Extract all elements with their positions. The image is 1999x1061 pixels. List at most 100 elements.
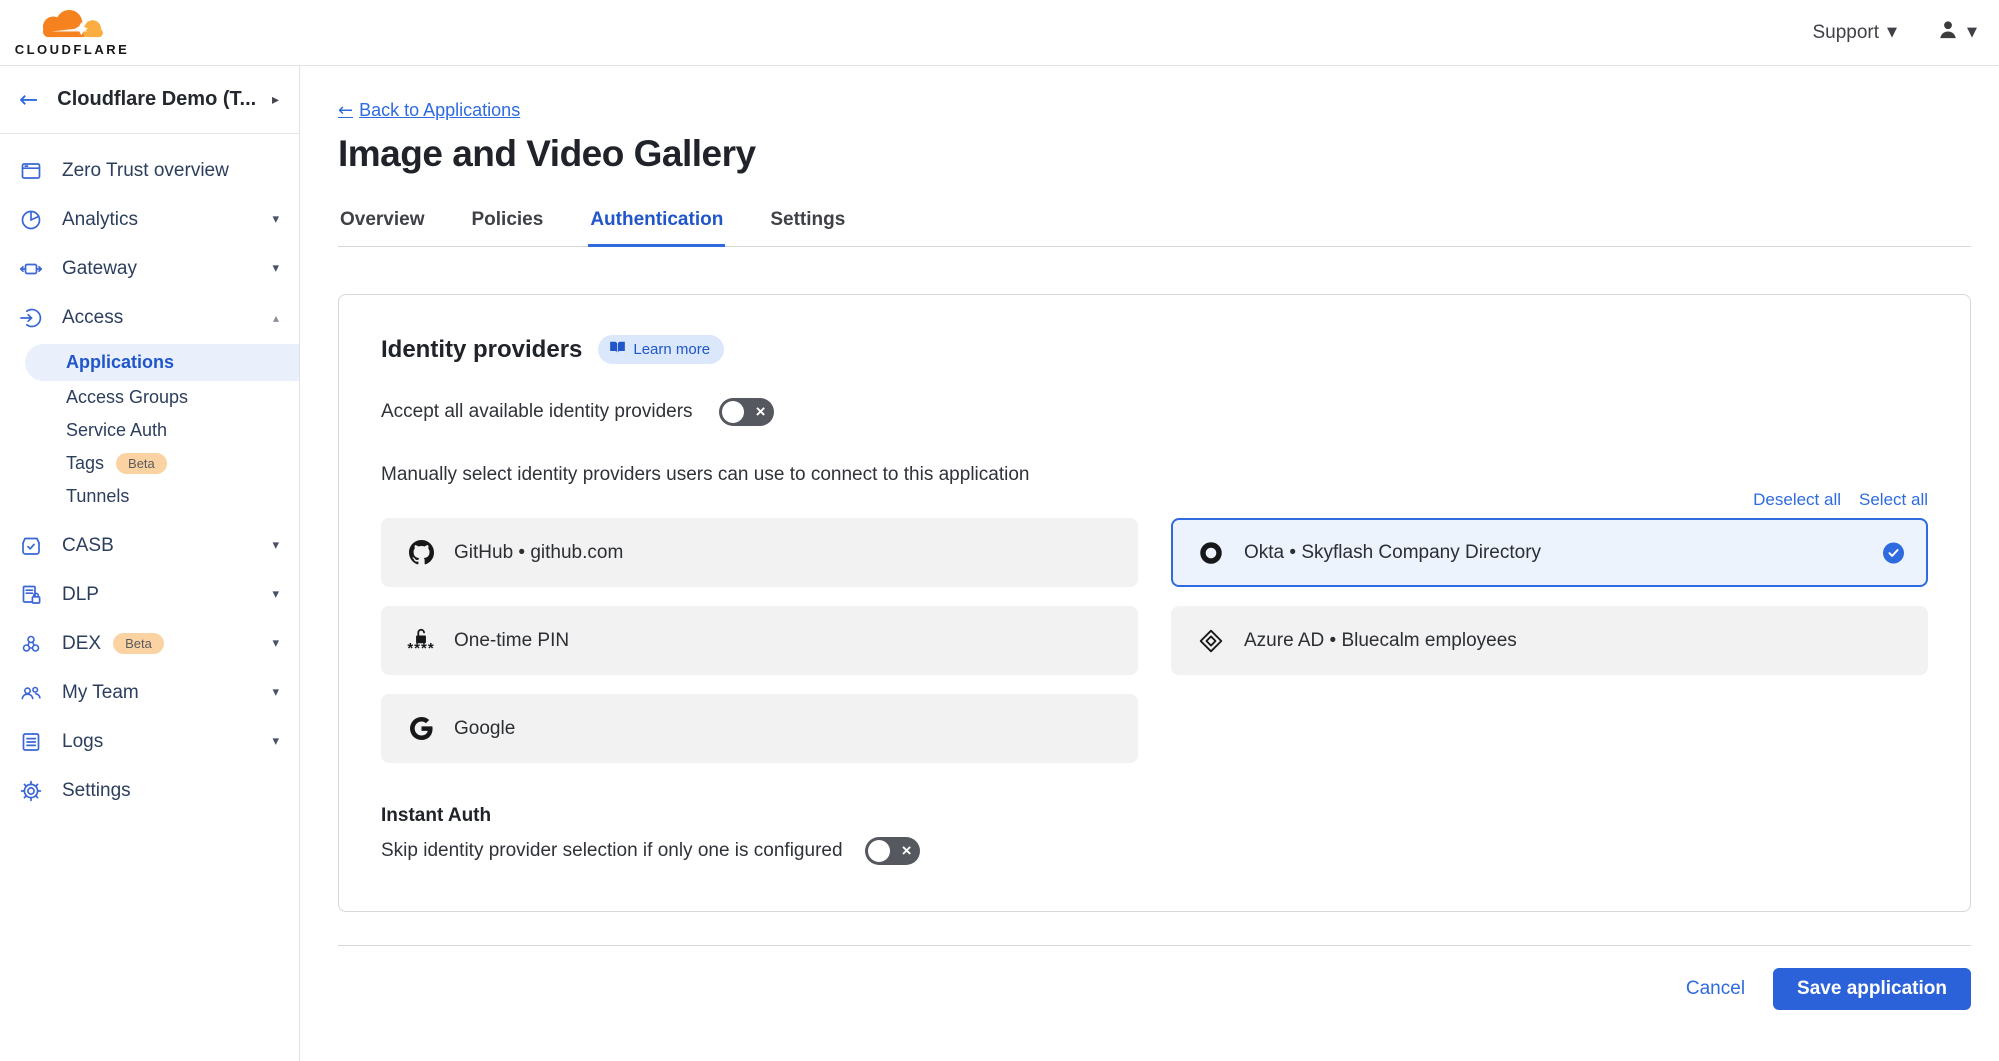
google-icon xyxy=(407,717,435,740)
select-all-link[interactable]: Select all xyxy=(1859,490,1928,510)
chevron-down-icon: ▼ xyxy=(1967,25,1977,40)
sidebar-item-casb[interactable]: CASB ▾ xyxy=(0,521,299,570)
sidebar-item-access-groups[interactable]: Access Groups xyxy=(0,381,299,414)
chevron-right-icon[interactable]: ▸ xyxy=(272,92,279,108)
account-switcher[interactable]: ← Cloudflare Demo (T... ▸ xyxy=(0,66,299,134)
chevron-down-icon[interactable]: ▾ xyxy=(272,685,279,700)
account-name: Cloudflare Demo (T... xyxy=(57,88,256,111)
chevron-down-icon[interactable]: ▾ xyxy=(272,212,279,227)
card-title: Identity providers xyxy=(381,336,582,364)
sidebar-item-label: Analytics xyxy=(62,209,138,231)
top-header: CLOUDFLARE Support ▼ ▼ xyxy=(0,0,1999,66)
sidebar-item-tunnels[interactable]: Tunnels xyxy=(0,480,299,513)
back-arrow-icon[interactable]: ← xyxy=(19,87,38,113)
learn-more-badge[interactable]: Learn more xyxy=(598,335,724,364)
okta-icon xyxy=(1197,540,1225,566)
chevron-down-icon[interactable]: ▾ xyxy=(272,587,279,602)
check-icon xyxy=(1883,542,1904,563)
chevron-down-icon[interactable]: ▾ xyxy=(272,538,279,553)
tab-overview[interactable]: Overview xyxy=(338,201,427,247)
sidebar-item-tags[interactable]: Tags Beta xyxy=(0,447,299,480)
toggle-off-x-icon: × xyxy=(756,403,766,420)
access-icon xyxy=(19,306,43,330)
sidebar-item-label: Tags xyxy=(66,453,104,474)
sidebar-item-gateway[interactable]: Gateway ▾ xyxy=(0,244,299,293)
footer-divider xyxy=(338,945,1971,946)
provider-tile-github[interactable]: GitHub • github.com xyxy=(381,518,1138,587)
provider-grid: GitHub • github.com Okta • Skyflash Comp… xyxy=(381,518,1928,763)
github-icon xyxy=(407,540,435,565)
back-to-applications-link[interactable]: ← Back to Applications xyxy=(338,100,520,121)
team-icon xyxy=(19,681,43,705)
access-sub-menu: Applications Access Groups Service Auth … xyxy=(0,344,299,513)
sidebar-item-my-team[interactable]: My Team ▾ xyxy=(0,668,299,717)
dex-icon xyxy=(19,632,43,656)
sidebar-item-label: Service Auth xyxy=(66,420,167,441)
footer-actions: Cancel Save application xyxy=(338,968,1971,1010)
gateway-icon xyxy=(19,257,43,281)
tab-bar: Overview Policies Authentication Setting… xyxy=(338,201,1971,247)
sidebar-item-applications[interactable]: Applications xyxy=(25,344,299,381)
back-link-label: Back to Applications xyxy=(359,100,520,121)
sidebar-item-access[interactable]: Access ▴ xyxy=(0,293,299,342)
provider-tile-google[interactable]: Google xyxy=(381,694,1138,763)
tab-settings[interactable]: Settings xyxy=(768,201,847,247)
provider-label: Azure AD • Bluecalm employees xyxy=(1244,630,1517,652)
provider-label: GitHub • github.com xyxy=(454,542,623,564)
sidebar-item-label: Tunnels xyxy=(66,486,129,507)
one-time-pin-icon: **** xyxy=(407,628,435,654)
azure-ad-icon xyxy=(1197,628,1225,654)
sidebar-item-label: DEX xyxy=(62,633,101,655)
sidebar-nav: Zero Trust overview Analytics ▾ xyxy=(0,134,299,815)
provider-label: One-time PIN xyxy=(454,630,569,652)
accept-all-toggle[interactable]: × xyxy=(719,398,774,426)
main-content: ← Back to Applications Image and Video G… xyxy=(300,66,1999,1061)
sidebar-item-logs[interactable]: Logs ▾ xyxy=(0,717,299,766)
chevron-up-icon[interactable]: ▴ xyxy=(273,311,279,325)
sidebar-item-label: Applications xyxy=(66,352,174,373)
save-application-button[interactable]: Save application xyxy=(1773,968,1971,1010)
sidebar-item-label: Logs xyxy=(62,731,103,753)
provider-tile-okta[interactable]: Okta • Skyflash Company Directory xyxy=(1171,518,1928,587)
sidebar-item-label: Access xyxy=(62,307,123,329)
instant-auth-toggle[interactable]: × xyxy=(865,837,920,865)
sidebar-item-zero-trust-overview[interactable]: Zero Trust overview xyxy=(0,146,299,195)
instant-auth-label: Skip identity provider selection if only… xyxy=(381,840,843,862)
identity-providers-card: Identity providers Learn more Accept all… xyxy=(338,294,1971,912)
dlp-icon xyxy=(19,583,43,607)
instant-auth-heading: Instant Auth xyxy=(381,805,1928,827)
provider-label: Google xyxy=(454,718,515,740)
sidebar-item-service-auth[interactable]: Service Auth xyxy=(0,414,299,447)
gear-icon xyxy=(19,779,43,803)
beta-badge: Beta xyxy=(113,633,164,654)
cloudflare-cloud-icon xyxy=(24,9,120,44)
deselect-all-link[interactable]: Deselect all xyxy=(1753,490,1841,510)
cancel-button[interactable]: Cancel xyxy=(1686,978,1745,1000)
logs-icon xyxy=(19,730,43,754)
chevron-down-icon[interactable]: ▾ xyxy=(272,261,279,276)
sidebar-item-dex[interactable]: DEX Beta ▾ xyxy=(0,619,299,668)
chevron-down-icon[interactable]: ▾ xyxy=(272,734,279,749)
sidebar-item-analytics[interactable]: Analytics ▾ xyxy=(0,195,299,244)
beta-badge: Beta xyxy=(116,453,167,474)
tab-policies[interactable]: Policies xyxy=(470,201,546,247)
manual-select-label: Manually select identity providers users… xyxy=(381,464,1928,486)
user-avatar-icon xyxy=(1935,17,1961,48)
toggle-knob xyxy=(868,840,890,862)
overview-icon xyxy=(19,159,43,183)
sidebar-item-dlp[interactable]: DLP ▾ xyxy=(0,570,299,619)
provider-label: Okta • Skyflash Company Directory xyxy=(1244,542,1541,564)
arrow-left-icon: ← xyxy=(338,100,353,121)
provider-tile-one-time-pin[interactable]: **** One-time PIN xyxy=(381,606,1138,675)
provider-tile-azure-ad[interactable]: Azure AD • Bluecalm employees xyxy=(1171,606,1928,675)
support-menu[interactable]: Support ▼ xyxy=(1812,22,1897,44)
accept-all-label: Accept all available identity providers xyxy=(381,401,693,423)
user-menu[interactable]: ▼ xyxy=(1935,17,1977,48)
tab-authentication[interactable]: Authentication xyxy=(588,201,725,247)
chevron-down-icon[interactable]: ▾ xyxy=(272,636,279,651)
page-title: Image and Video Gallery xyxy=(338,133,1971,175)
cloudflare-wordmark: CLOUDFLARE xyxy=(15,42,130,57)
sidebar-item-settings[interactable]: Settings xyxy=(0,766,299,815)
casb-icon xyxy=(19,534,43,558)
cloudflare-logo[interactable]: CLOUDFLARE xyxy=(12,9,132,57)
